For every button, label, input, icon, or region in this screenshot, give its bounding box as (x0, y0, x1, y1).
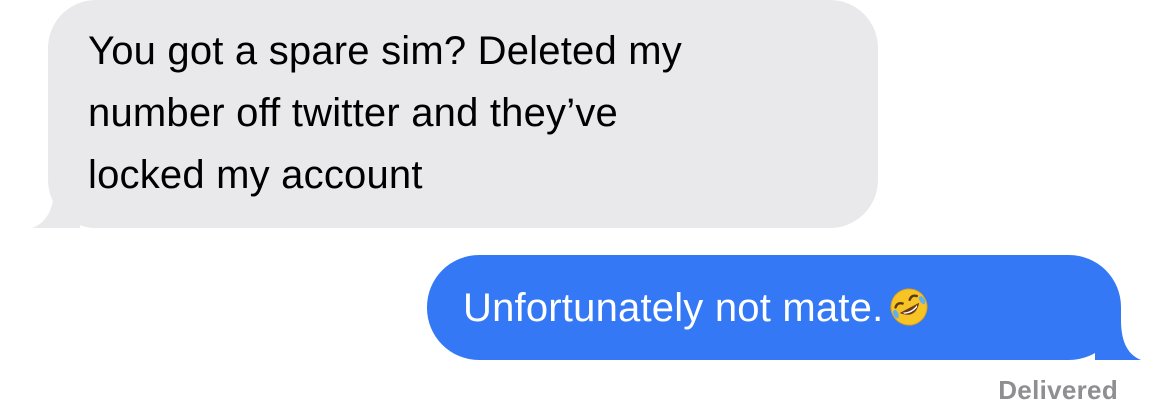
sent-message-text: Unfortunately not mate. (463, 286, 884, 330)
rolling-on-floor-laughing-emoji-icon (890, 288, 928, 326)
delivery-status: Delivered (998, 375, 1118, 405)
received-message-bubble[interactable]: You got a spare sim? Deleted my number o… (48, 0, 878, 228)
received-message-line: number off twitter and they’ve (88, 91, 618, 135)
sent-message-bubble[interactable]: Unfortunately not mate. (427, 255, 1121, 360)
message-thread: You got a spare sim? Deleted my number o… (0, 0, 1170, 418)
received-message-line: locked my account (88, 153, 423, 197)
received-message-line: You got a spare sim? Deleted my (88, 29, 682, 73)
